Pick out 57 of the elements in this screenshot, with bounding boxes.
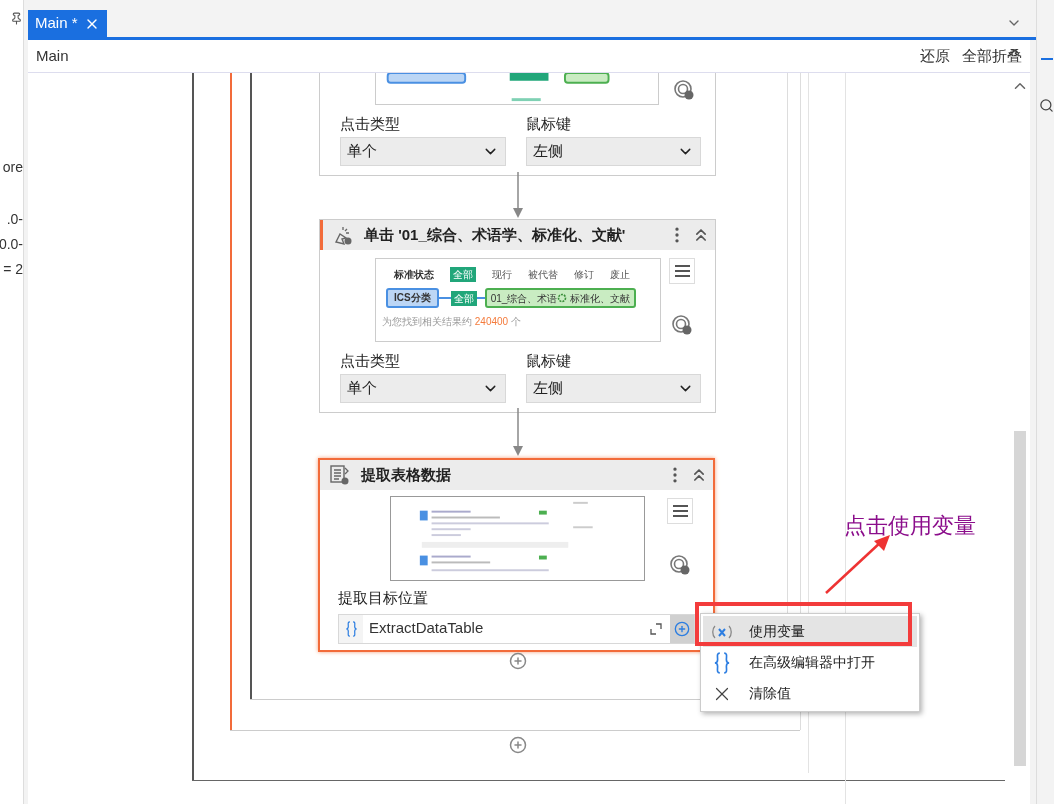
target-icon[interactable] <box>669 554 691 576</box>
panel-text: .0- <box>6 210 23 229</box>
field-label: 鼠标键 <box>526 114 572 134</box>
field-label: 点击类型 <box>340 114 401 134</box>
filter-option: 现行 <box>492 267 512 282</box>
document-tab[interactable]: Main * <box>28 10 107 37</box>
toolbar-button[interactable]: 全部折叠 <box>962 44 1022 68</box>
search-icon[interactable] <box>1039 98 1054 113</box>
filter-option: 废止 <box>610 267 630 282</box>
dropdown[interactable]: 左侧 <box>526 137 701 166</box>
filter-option: 被代替 <box>528 267 558 282</box>
field-label: 鼠标键 <box>526 351 572 371</box>
activity-title: 提取表格数据 <box>361 464 451 485</box>
dropdown[interactable]: 左侧 <box>526 374 701 403</box>
connector-arrow <box>512 408 524 457</box>
field-label: 提取目标位置 <box>337 588 429 608</box>
scrollbar-thumb[interactable] <box>1014 431 1026 766</box>
target-icon[interactable] <box>671 314 693 336</box>
panel-text: = 2 <box>3 260 23 279</box>
toolbar-button[interactable]: 还原 <box>920 44 950 68</box>
target-icon[interactable] <box>673 79 695 101</box>
braces-icon <box>713 651 731 674</box>
filter-option: 全部 <box>450 267 476 282</box>
dropdown[interactable]: 单个 <box>340 137 506 166</box>
category-tag: ICS分类 <box>386 288 439 308</box>
activity-card[interactable]: 点击类型 鼠标键 单个 左侧 <box>319 73 716 176</box>
target-text: 标准化、文献 <box>570 291 631 306</box>
panel-text: ore <box>2 158 23 177</box>
filter-heading: 标准状态 <box>394 268 434 282</box>
activity-title: 单击 '01_综合、术语学、标准化、文献' <box>364 224 626 245</box>
connector-arrow <box>512 172 524 219</box>
gear-icon <box>557 293 568 303</box>
breadcrumb[interactable]: Main <box>36 44 69 68</box>
target-text: 01_综合、术语 <box>490 291 558 306</box>
cursor-click-icon <box>332 224 354 246</box>
annotation-text: 点击使用变量 <box>844 512 976 540</box>
menu-item[interactable]: 清除值 <box>703 678 917 709</box>
menu-button[interactable] <box>667 498 693 524</box>
add-activity-icon[interactable] <box>509 736 527 754</box>
table-icon <box>329 464 351 486</box>
add-activity-icon[interactable] <box>509 652 527 670</box>
pin-icon[interactable] <box>10 12 23 25</box>
output-field[interactable]: ExtractDataTable <box>338 613 695 644</box>
braces-icon <box>344 620 358 637</box>
filter-option: 修订 <box>574 267 594 282</box>
field-value: ExtractDataTable <box>369 618 485 639</box>
activity-card[interactable]: 提取表格数据 提取目标位置 ExtractDataTable <box>318 458 715 652</box>
variable-icon <box>711 624 733 639</box>
add-button[interactable] <box>670 614 694 643</box>
panel-text: 0.0- <box>0 235 23 254</box>
filter-option: 全部 <box>450 290 477 306</box>
activity-card[interactable]: 单击 '01_综合、术语学、标准化、文献' 标准状态 全部 现行 被代替 修订 废止 ICS分类 全部 01_综合、术语 标准化、文献 为您找到相关结果约 240400 个 点击类型 鼠标键 单个 左侧 <box>319 219 716 413</box>
expand-icon[interactable] <box>650 622 662 635</box>
field-label: 点击类型 <box>340 351 401 371</box>
menu-button[interactable] <box>669 258 695 284</box>
result-count-text: 为您找到相关结果约 240400 个 <box>382 315 522 329</box>
dropdown[interactable]: 单个 <box>340 374 506 403</box>
